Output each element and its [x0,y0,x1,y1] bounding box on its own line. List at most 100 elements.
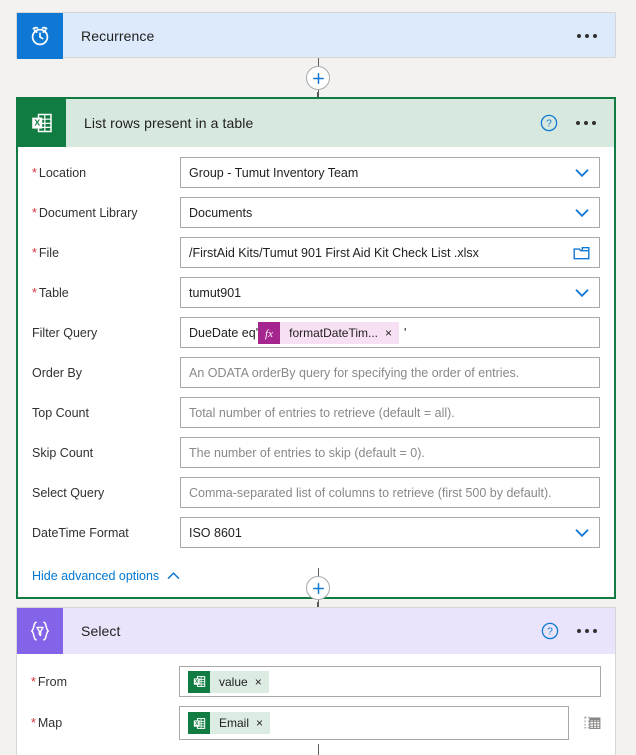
svg-text:?: ? [547,627,553,638]
svg-text:X: X [34,118,40,128]
ellipsis-menu-icon[interactable] [575,28,599,44]
add-step-button[interactable] [306,576,330,600]
card-header-list-rows[interactable]: X List rows present in a table ? [18,99,614,147]
token-body: Email × [210,712,271,734]
select-braces-icon [17,608,63,654]
field-row-select-query: Select Query Comma-separated list of col… [32,477,600,508]
svg-text:X: X [194,721,198,727]
file-picker-folder-icon[interactable] [573,245,590,260]
filter-query-prefix-text: DueDate eq' [189,325,259,340]
flow-card-select[interactable]: Select ? * From X value × * Map X Email … [16,607,616,755]
excel-icon: X [18,99,66,147]
token-body: formatDateTim... × [280,321,400,344]
token-body: value × [210,670,269,693]
field-input-table[interactable]: tumut901 [180,277,600,308]
token-label: Email [219,716,250,730]
card-title-recurrence: Recurrence [81,28,155,44]
dynamic-content-token-email[interactable]: X Email × [188,712,271,734]
field-input-top-count[interactable]: Total number of entries to retrieve (def… [180,397,600,428]
required-asterisk: * [32,165,37,180]
filter-query-suffix-text: ' [404,325,407,340]
card-header-actions-recurrence [575,28,615,44]
field-row-filter-query: Filter Query DueDate eq' fx formatDateTi… [32,317,600,348]
field-input-skip-count[interactable]: The number of entries to skip (default =… [180,437,600,468]
flow-card-list-rows-present-in-a-table[interactable]: X List rows present in a table ? * Locati… [16,97,616,599]
field-value-file: /FirstAid Kits/Tumut 901 First Aid Kit C… [189,245,479,260]
field-input-filter-query[interactable]: DueDate eq' fx formatDateTim... × ' [180,317,600,348]
help-circle-icon[interactable]: ? [540,114,558,132]
field-row-skip-count: Skip Count The number of entries to skip… [32,437,600,468]
field-input-map[interactable]: X Email × [179,706,569,740]
field-value-document-library: Documents [189,205,253,220]
field-row-table: * Table tumut901 [32,277,600,308]
field-label-table: * Table [32,285,69,300]
field-input-file[interactable]: /FirstAid Kits/Tumut 901 First Aid Kit C… [180,237,600,268]
token-remove-icon[interactable]: × [256,717,263,729]
token-remove-icon[interactable]: × [385,327,392,339]
alarm-clock-icon [17,13,63,59]
flow-designer-canvas: Recurrence X List rows present in a tabl… [0,0,636,755]
field-label-file: * File [32,245,60,260]
card-header-actions-list-rows: ? [540,114,614,132]
required-asterisk: * [32,245,37,260]
field-input-order-by[interactable]: An ODATA orderBy query for specifying th… [180,357,600,388]
field-row-map: * Map X Email × [31,706,601,740]
field-placeholder-top-count: Total number of entries to retrieve (def… [189,405,455,420]
excel-icon: X [188,712,210,734]
help-circle-icon[interactable]: ? [541,622,559,640]
card-title-select: Select [81,623,121,639]
chevron-down-icon[interactable] [575,528,589,537]
field-value-datetime-format: ISO 8601 [189,525,242,540]
field-label-from: * From [31,674,68,689]
field-label-select-query: Select Query [32,485,105,500]
card-header-recurrence[interactable]: Recurrence [17,13,615,59]
field-label-datetime-format: DateTime Format [32,525,129,540]
field-row-top-count: Top Count Total number of entries to ret… [32,397,600,428]
token-remove-icon[interactable]: × [255,676,262,688]
svg-text:fx: fx [265,328,273,340]
required-asterisk: * [31,674,36,689]
field-label-document-library: * Document Library [32,205,138,220]
flow-card-recurrence[interactable]: Recurrence [16,12,616,59]
field-input-from[interactable]: X value × [179,666,601,697]
token-label: formatDateTim... [289,325,379,340]
chevron-down-icon[interactable] [575,208,589,217]
plus-icon [312,582,324,594]
card-body-select: * From X value × * Map X Email × [17,654,615,755]
fx-icon: fx [258,321,281,344]
add-step-button[interactable] [306,66,330,90]
expression-token-formatdatetime[interactable]: fx formatDateTim... × [258,321,400,344]
field-value-table: tumut901 [189,285,242,300]
field-row-location: * Location Group - Tumut Inventory Team [32,157,600,188]
field-row-datetime-format: DateTime Format ISO 8601 [32,517,600,548]
ellipsis-menu-icon[interactable] [574,115,598,131]
svg-text:X: X [194,679,198,685]
field-row-document-library: * Document Library Documents [32,197,600,228]
switch-to-text-mode-icon[interactable] [569,715,601,732]
token-label: value [219,674,248,689]
ellipsis-menu-icon[interactable] [575,623,599,639]
required-asterisk: * [31,716,36,730]
required-asterisk: * [32,205,37,220]
chevron-down-icon[interactable] [575,168,589,177]
field-input-datetime-format[interactable]: ISO 8601 [180,517,600,548]
chevron-down-icon[interactable] [575,288,589,297]
required-asterisk: * [32,285,37,300]
field-input-location[interactable]: Group - Tumut Inventory Team [180,157,600,188]
field-placeholder-order-by: An ODATA orderBy query for specifying th… [189,365,520,380]
field-placeholder-skip-count: The number of entries to skip (default =… [189,445,425,460]
field-label-filter-query: Filter Query [32,325,98,340]
field-placeholder-select-query: Comma-separated list of columns to retri… [189,485,552,500]
field-value-location: Group - Tumut Inventory Team [189,165,359,180]
excel-icon: X [188,670,210,693]
dynamic-content-token-value[interactable]: X value × [188,670,269,693]
card-body-list-rows: * Location Group - Tumut Inventory Team *… [18,147,614,563]
card-header-select[interactable]: Select ? [17,608,615,654]
field-label-order-by: Order By [32,365,83,380]
plus-icon [312,72,324,84]
field-label-skip-count: Skip Count [32,445,94,460]
field-input-select-query[interactable]: Comma-separated list of columns to retri… [180,477,600,508]
field-row-from: * From X value × [31,666,601,697]
field-row-order-by: Order By An ODATA orderBy query for spec… [32,357,600,388]
field-input-document-library[interactable]: Documents [180,197,600,228]
